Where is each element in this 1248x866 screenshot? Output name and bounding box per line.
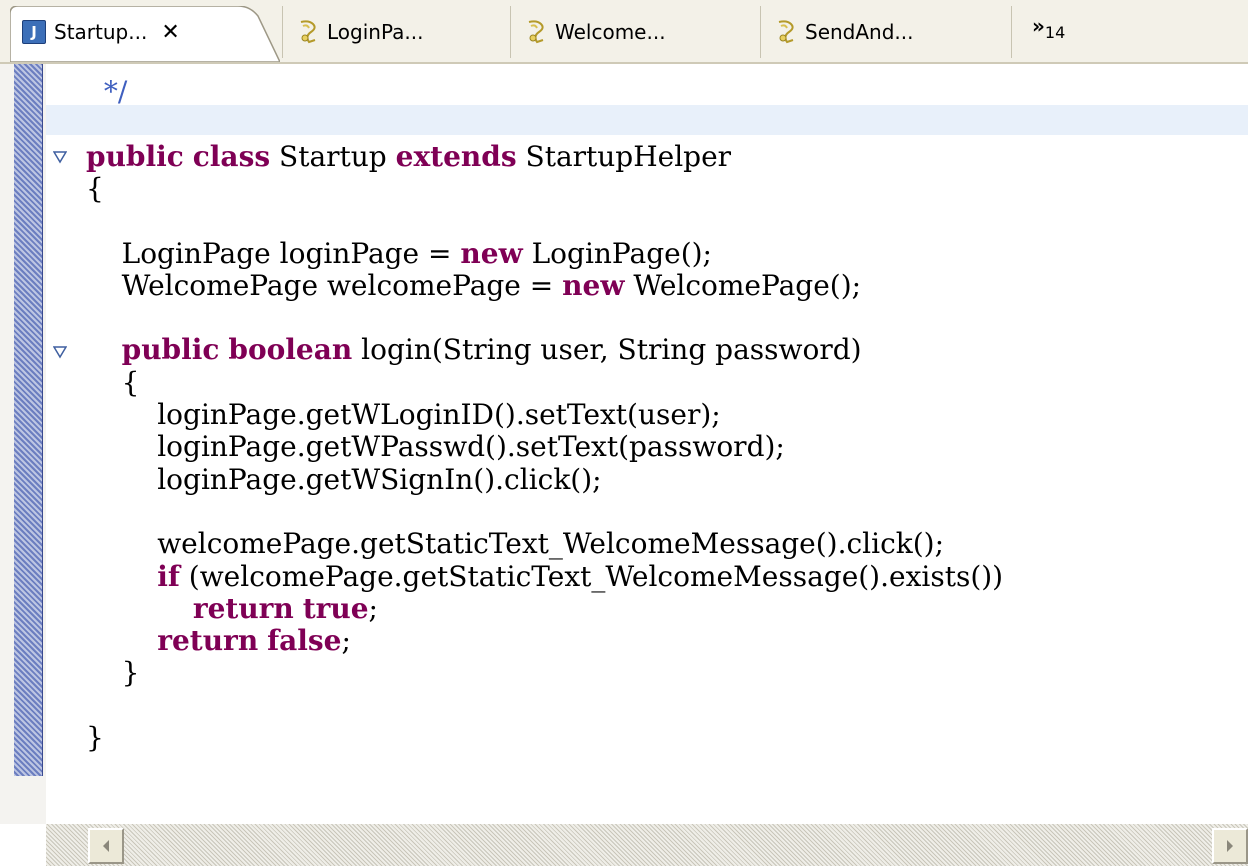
code-line: welcomePage.getStaticText_WelcomeMessage… (86, 528, 944, 560)
code-token: { (86, 365, 140, 399)
code-line: return false; (86, 625, 351, 657)
scroll-right-button[interactable] (1212, 828, 1248, 864)
code-line: loginPage.getWLoginID().setText(user); (86, 399, 721, 431)
tab-sendand[interactable]: SendAnd... (760, 6, 1012, 58)
tab-label: SendAnd... (805, 20, 914, 44)
tab-label: Welcome... (555, 20, 666, 44)
code-token: LoginPage(); (522, 236, 712, 270)
code-token: WelcomePage welcomePage = (86, 268, 563, 302)
code-token: ; (341, 624, 351, 658)
tab-label: Startup... (54, 20, 148, 44)
keyword-token: boolean (228, 333, 353, 367)
overview-ruler-strip (14, 64, 43, 776)
code-token: WelcomePage(); (624, 268, 862, 302)
hidden-tab-count: 14 (1044, 23, 1066, 42)
code-token: } (86, 656, 140, 690)
current-line-highlight (46, 105, 1248, 135)
code-token: login(String user, String password) (352, 333, 862, 367)
java-file-icon: J (22, 20, 46, 44)
keyword-token: extends (395, 139, 517, 173)
tab-welcomepage[interactable]: Welcome... (510, 6, 760, 58)
code-line: } (86, 656, 140, 690)
code-token: Startup (270, 139, 396, 173)
code-token: ; (368, 591, 378, 625)
script-icon (528, 20, 544, 44)
code-line: if (welcomePage.getStaticText_WelcomeMes… (86, 559, 1004, 593)
arrow-left-icon (103, 840, 109, 852)
more-tabs-button[interactable]: »14 (1032, 14, 1065, 42)
arrow-right-icon (1227, 840, 1233, 852)
code-line: LoginPage loginPage = new LoginPage(); (86, 236, 712, 270)
code-token: } (86, 721, 104, 754)
keyword-token: if (157, 559, 180, 593)
code-line: { (86, 365, 140, 399)
keyword-token: return (157, 624, 259, 658)
code-token: loginPage.getWSignIn().click(); (86, 462, 602, 496)
keyword-token: class (192, 139, 271, 173)
keyword-token: public (86, 139, 184, 173)
code-line: loginPage.getWSignIn().click(); (86, 462, 602, 496)
code-token: (welcomePage.getStaticText_WelcomeMessag… (179, 559, 1004, 593)
code-token: LoginPage loginPage = (86, 236, 461, 270)
code-line: { (86, 171, 104, 205)
code-token: welcomePage.getStaticText_WelcomeMessage… (86, 527, 945, 561)
script-icon (300, 20, 316, 44)
comment-token: */ (103, 75, 128, 108)
code-token: StartupHelper (516, 139, 732, 173)
keyword-token: true (302, 591, 369, 625)
scroll-left-button[interactable] (88, 828, 124, 864)
keyword-token: false (267, 624, 342, 658)
code-line: loginPage.getWPasswd().setText(password)… (86, 431, 785, 463)
code-token: loginPage.getWPasswd().setText(password)… (86, 430, 785, 464)
chevron-double-icon: » (1032, 14, 1045, 38)
fold-collapse-icon[interactable] (53, 345, 67, 359)
code-line: public boolean login(String user, String… (86, 334, 862, 366)
keyword-token: new (562, 268, 625, 302)
script-icon (778, 20, 794, 44)
fold-collapse-icon[interactable] (53, 150, 67, 164)
code-line: */ (86, 76, 127, 108)
code-line: public class Startup extends StartupHelp… (86, 139, 732, 173)
code-token: { (86, 171, 104, 205)
code-token: loginPage.getWLoginID().setText(user); (86, 398, 721, 431)
tab-loginpage[interactable]: LoginPa... (282, 6, 510, 58)
editor-tab-bar: J Startup... ✕ LoginPa... Welcome... Sen… (0, 0, 1248, 64)
keyword-token: new (460, 236, 523, 270)
code-line: WelcomePage welcomePage = new WelcomePag… (86, 268, 862, 302)
code-line: return true; (86, 591, 378, 625)
tab-label: LoginPa... (327, 20, 424, 44)
keyword-token: return (192, 591, 294, 625)
close-tab-icon[interactable]: ✕ (161, 20, 179, 45)
code-line: } (86, 722, 104, 754)
horizontal-scrollbar[interactable] (46, 824, 1248, 866)
keyword-token: public (121, 333, 220, 367)
tab-startup[interactable]: J Startup... ✕ (10, 6, 280, 62)
